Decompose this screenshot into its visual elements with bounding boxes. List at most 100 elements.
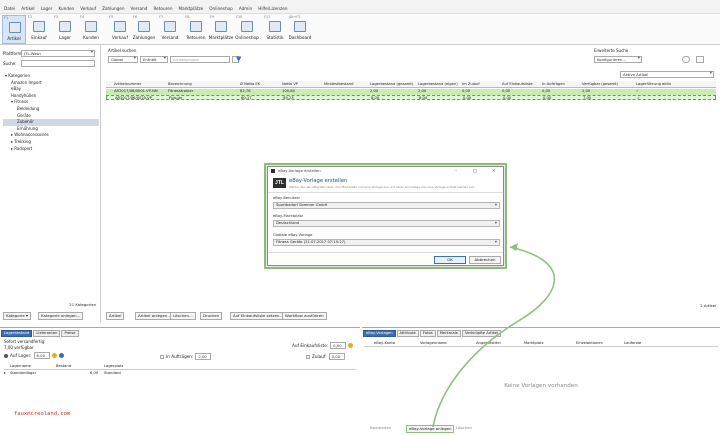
warehouse-row[interactable]: ▸ Standardlager 8,00 Standard: [4, 371, 356, 377]
delete-template-button[interactable]: Löschen: [454, 425, 474, 433]
table-row[interactable]: AR2017/06/0025-VP Pulsuhr 60,17 99,23 8,00 8,…: [106, 94, 716, 101]
ok-button[interactable]: OK: [434, 256, 466, 264]
tree-item[interactable]: ▾ Kategorien: [3, 73, 99, 80]
close-icon[interactable]: ✕: [492, 167, 496, 174]
tree-item[interactable]: Zubehör: [3, 119, 99, 126]
toolbar-button-onlineshop[interactable]: F10 Onlineshop: [235, 15, 259, 44]
menu-item[interactable]: Artikel: [21, 6, 34, 11]
dialog-description: Wählen Sie den eBay-Benutzer, den Marktp…: [289, 185, 475, 189]
column-header[interactable]: Lagerbestand (gesamt): [370, 81, 413, 88]
column-header[interactable]: Vorlagenname: [420, 341, 447, 345]
menu-item[interactable]: Kunden: [58, 6, 74, 11]
module-icon: [164, 21, 176, 32]
toolbar-button-dashboard[interactable]: Alt+F2 Dashboard: [288, 15, 312, 44]
footer-button[interactable]: Auf Einkaufsliste setzen...: [230, 312, 287, 320]
inbound-row: Zulauf: 0,00: [306, 353, 345, 360]
tab[interactable]: Lieferanten: [33, 330, 61, 337]
inbound-checkbox[interactable]: [306, 354, 310, 359]
tab[interactable]: Merkmale: [436, 330, 461, 337]
toolbar-button-kunden[interactable]: F4 Kunden: [79, 15, 103, 44]
footer-button[interactable]: Workflow ausführen: [282, 312, 327, 320]
tree-item[interactable]: ▸ Wohnaccessoires: [3, 132, 99, 139]
tree-item[interactable]: Ernährung: [3, 126, 99, 133]
footer-button[interactable]: Drucken: [200, 312, 223, 320]
tree-item[interactable]: Amazon Import: [3, 80, 99, 87]
column-header[interactable]: Auf Einkaufsliste: [502, 81, 533, 88]
create-template-button[interactable]: eBay-Vorlage anlegen: [406, 425, 455, 433]
menu-item[interactable]: Datei: [4, 6, 15, 11]
column-header[interactable]: Netto VP: [282, 81, 298, 88]
extended-search-select[interactable]: Konfigurieren...: [594, 56, 642, 63]
tree-item[interactable]: Geräte: [3, 113, 99, 120]
tab[interactable]: Preise: [61, 330, 79, 337]
tree-item[interactable]: eBay: [3, 86, 99, 93]
tree-item[interactable]: Bekleidung: [3, 106, 99, 113]
tree-item[interactable]: ▾ Fitness: [3, 99, 99, 106]
column-header[interactable]: Verfügbar (gesamt): [582, 81, 618, 88]
in-orders-checkbox[interactable]: [160, 354, 164, 359]
search-mode-select[interactable]: Enthält: [140, 56, 168, 63]
toolbar-button-einkauf[interactable]: F2 Einkauf: [27, 15, 51, 44]
column-header[interactable]: eBay-Konto: [374, 341, 395, 345]
category-menu-button[interactable]: Kategorie ▾: [3, 312, 31, 320]
tree-item[interactable]: Handyhüllen: [3, 93, 99, 100]
column-header[interactable]: Artikelnummer: [114, 81, 141, 88]
menu-item[interactable]: Verkauf: [80, 6, 96, 11]
table-cell: 60,17: [241, 95, 252, 100]
tree-item[interactable]: ▸ Trekking: [3, 139, 99, 146]
expand-icon[interactable]: ▸: [4, 371, 6, 375]
column-header[interactable]: Bezeichnung: [168, 81, 192, 88]
column-header[interactable]: Ø Netto EK: [240, 81, 260, 88]
minimize-icon[interactable]: –: [455, 167, 457, 174]
tab[interactable]: Attribute: [396, 330, 419, 337]
active-filter-select[interactable]: Aktive Artikel: [620, 71, 714, 78]
global-template-select[interactable]: Fitness Geräte (21.07.2017 07:15:27): [273, 239, 500, 246]
menu-item[interactable]: Admin: [239, 6, 252, 11]
toolbar-button-versand[interactable]: F7 Versand: [158, 15, 182, 44]
purchase-list-icon[interactable]: [348, 343, 354, 348]
print-icon[interactable]: [682, 56, 690, 63]
column-header[interactable]: Lagerbestand (eigen): [418, 81, 458, 88]
toolbar-button-marktpl-tze[interactable]: F9 Marktplätze: [209, 15, 234, 44]
column-header[interactable]: Mindestbestand: [324, 81, 353, 88]
column-header[interactable]: Einzelaktionen: [576, 341, 603, 345]
tab[interactable]: Verknüpfte Artikel: [461, 330, 502, 337]
ebay-user-select[interactable]: Sportbedarf Sommer GmbH: [273, 202, 500, 209]
tab[interactable]: eBay-Vorlagen: [363, 330, 396, 337]
stock-info-icon[interactable]: [51, 353, 57, 358]
menu-item[interactable]: Retouren: [153, 6, 172, 11]
menu-item[interactable]: Lager: [41, 6, 53, 11]
menu-item[interactable]: Zahlungen: [102, 6, 124, 11]
marketplace-select[interactable]: Deutschland: [273, 220, 500, 227]
add-category-button[interactable]: Kategorie anlegen...: [38, 312, 84, 320]
menu-item[interactable]: Versand: [131, 6, 148, 11]
shortcut-key: F9: [210, 15, 215, 19]
column-header[interactable]: In Aufträgen: [542, 81, 565, 88]
stock-detail-icon[interactable]: [58, 353, 64, 358]
column-header[interactable]: Laufende: [624, 341, 641, 345]
footer-button[interactable]: Artikel: [106, 312, 125, 320]
menu-item[interactable]: Marktplätze: [178, 6, 203, 11]
column-header[interactable]: Angebotstitel: [476, 341, 501, 345]
menu-item[interactable]: Onlineshop: [209, 6, 233, 11]
tab[interactable]: Lagerbestand: [1, 330, 33, 337]
menu-item[interactable]: Hilfe/Lizenzen: [258, 6, 287, 11]
tab[interactable]: Fotos: [419, 330, 436, 337]
cancel-button[interactable]: Abbrechen: [469, 256, 501, 264]
column-header[interactable]: Marktplatz: [524, 341, 544, 345]
category-search-input[interactable]: [21, 59, 95, 67]
tree-item[interactable]: ▸ Radsport: [3, 146, 99, 153]
toolbar-button-lager[interactable]: F3 Lager: [53, 15, 77, 44]
column-header[interactable]: Im Zulauf: [462, 81, 480, 88]
footer-button[interactable]: Löschen...: [170, 312, 196, 320]
search-scope-select[interactable]: Global: [108, 56, 138, 63]
toolbar-button-zahlungen[interactable]: F6 Zahlungen: [132, 15, 156, 44]
platform-select[interactable]: JTL-Wawi: [21, 49, 95, 57]
footer-button[interactable]: Artikel anlegen...: [135, 312, 175, 320]
article-search-input[interactable]: Artikelgruppe: [170, 56, 230, 63]
column-header[interactable]: Lagerführung aktiv: [636, 81, 671, 88]
maximize-icon[interactable]: □: [473, 167, 477, 174]
filter-icon[interactable]: ▼: [236, 55, 241, 63]
settings-icon[interactable]: [696, 56, 704, 63]
edit-template-button[interactable]: Bearbeiten: [368, 425, 393, 433]
